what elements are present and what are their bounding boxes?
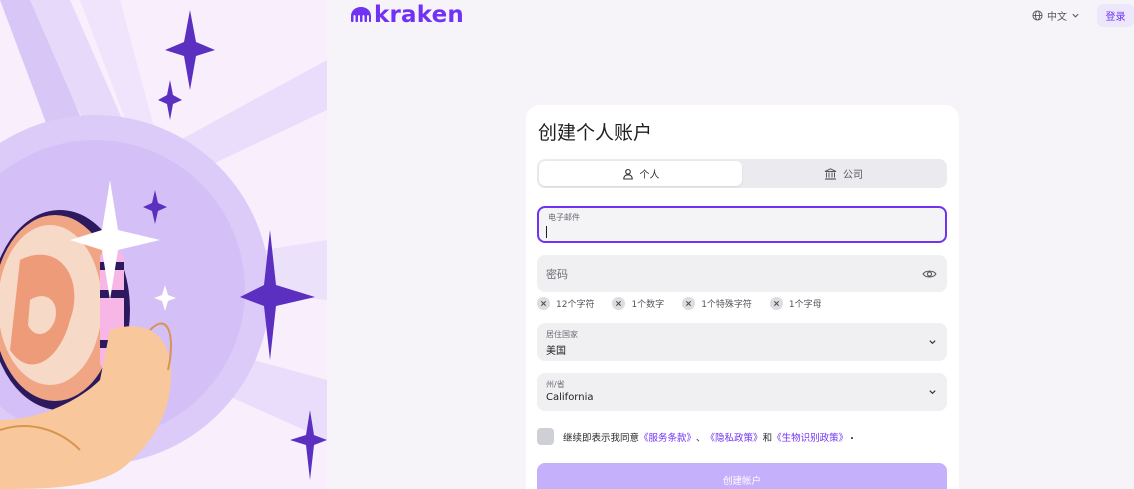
state-value: California xyxy=(546,392,594,403)
biometric-link[interactable]: 《生物识别政策》 xyxy=(772,430,848,444)
requirement-item: 1个字母 xyxy=(769,297,822,310)
requirement-item: 1个数字 xyxy=(612,297,664,310)
requirement-item: 12个字符 xyxy=(537,297,594,310)
text-caret xyxy=(546,226,547,238)
agreement-row: 继续即表示我同意 《服务条款》 、 《隐私政策》 和 《生物识别政策》 . xyxy=(537,428,854,445)
terms-link[interactable]: 《服务条款》 xyxy=(639,430,696,444)
chevron-down-icon xyxy=(1072,13,1079,18)
unmet-x-icon xyxy=(537,297,550,310)
requirement-label: 1个特殊字符 xyxy=(701,300,752,310)
hero-illustration xyxy=(0,0,327,489)
state-select[interactable]: 州/省 California xyxy=(537,373,947,411)
chevron-down-icon xyxy=(929,390,936,395)
requirement-item: 1个特殊字符 xyxy=(682,297,752,310)
country-label: 居住国家 xyxy=(546,330,578,339)
kraken-logo-icon xyxy=(351,7,371,23)
tab-business-label: 公司 xyxy=(843,170,863,181)
tab-business[interactable]: 公司 xyxy=(742,161,945,186)
country-select[interactable]: 居住国家 美国 xyxy=(537,323,947,361)
agreement-prefix: 继续即表示我同意 xyxy=(563,432,640,444)
language-label: 中文 xyxy=(1047,12,1067,23)
top-bar: kraken 中文 登录 xyxy=(327,0,1134,34)
kraken-logo[interactable]: kraken xyxy=(350,2,464,28)
eye-icon[interactable] xyxy=(922,268,937,279)
page-title: 创建个人账户 xyxy=(538,122,653,144)
agreement-and: 和 xyxy=(762,432,773,444)
requirement-label: 1个字母 xyxy=(788,300,822,310)
bank-icon xyxy=(824,167,837,180)
state-label: 州/省 xyxy=(546,380,565,389)
password-field[interactable]: 密码 xyxy=(537,255,947,292)
language-selector[interactable]: 中文 xyxy=(1032,8,1080,23)
agreement-separator: 、 xyxy=(696,432,706,444)
requirement-label: 1个数字 xyxy=(631,300,665,310)
email-field[interactable]: 电子邮件 xyxy=(537,206,947,243)
email-label: 电子邮件 xyxy=(548,213,580,222)
brand-name: kraken xyxy=(374,2,465,28)
password-requirements: 12个字符 1个数字 1个特殊字符 1个字母 xyxy=(537,297,840,310)
tab-personal-label: 个人 xyxy=(639,170,660,181)
country-value: 美国 xyxy=(546,346,566,357)
chevron-down-icon xyxy=(929,340,936,345)
unmet-x-icon xyxy=(612,297,626,310)
unmet-x-icon xyxy=(769,297,783,310)
create-account-button[interactable]: 创建帐户 xyxy=(537,463,947,489)
signup-card: 创建个人账户 个人 公司 电子邮件 密码 12个字符 1个数字 1个特殊字符 1… xyxy=(526,105,959,489)
password-placeholder: 密码 xyxy=(546,268,568,281)
login-button[interactable]: 登录 xyxy=(1097,4,1134,27)
unmet-x-icon xyxy=(682,297,696,310)
agree-checkbox[interactable] xyxy=(537,428,554,445)
user-icon xyxy=(622,168,633,180)
account-type-toggle: 个人 公司 xyxy=(537,159,947,188)
privacy-link[interactable]: 《隐私政策》 xyxy=(706,430,763,444)
requirement-label: 12个字符 xyxy=(556,300,595,310)
agreement-end: . xyxy=(850,431,854,442)
globe-icon xyxy=(1032,10,1043,21)
tab-personal[interactable]: 个人 xyxy=(539,161,742,186)
coin-hand-illustration xyxy=(0,0,327,489)
